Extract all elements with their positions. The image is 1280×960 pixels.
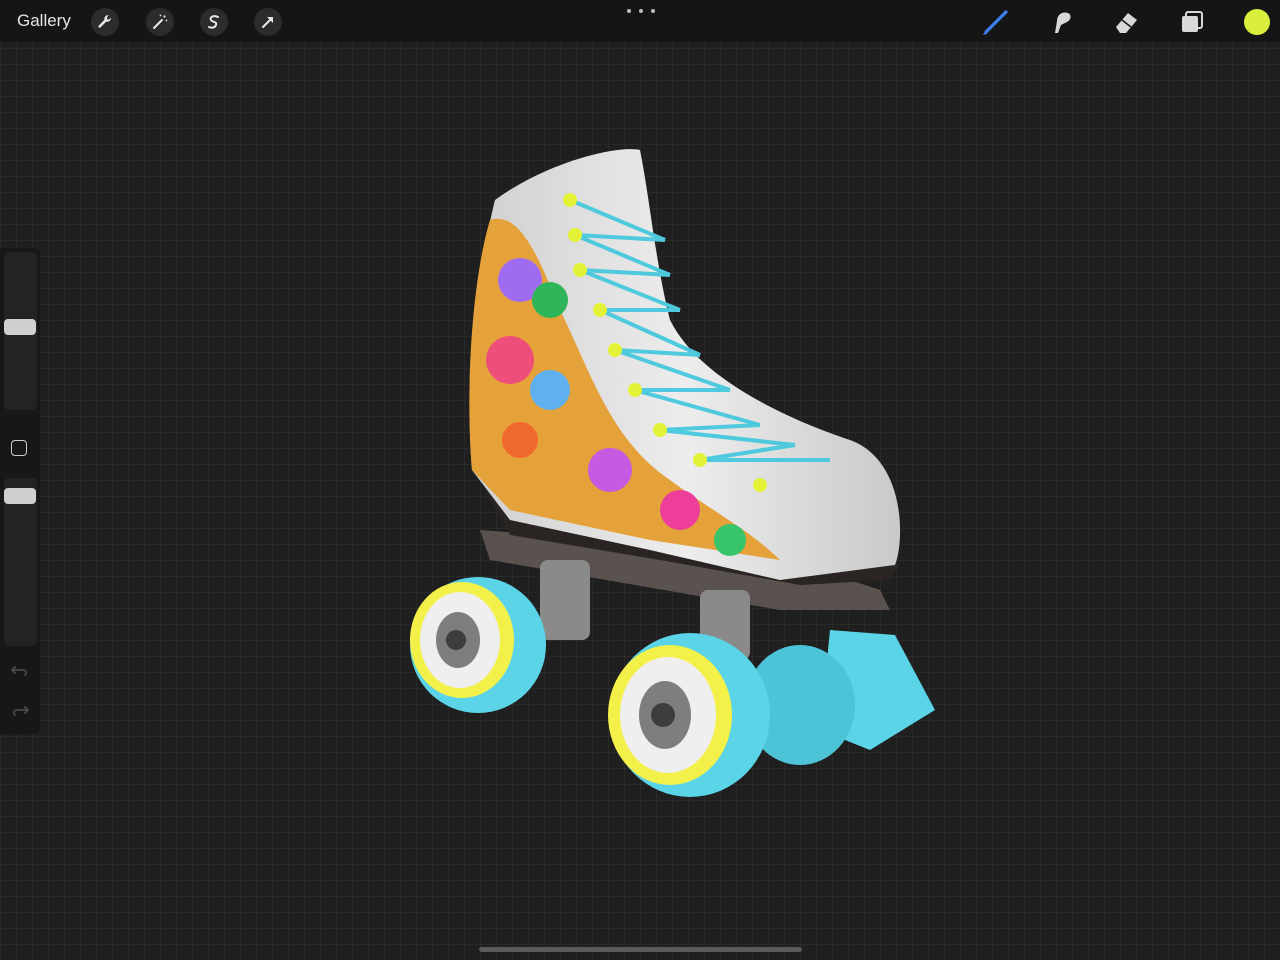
brush-size-knob[interactable] — [4, 318, 36, 335]
selection-button[interactable] — [200, 8, 228, 36]
doodle-shape — [502, 422, 538, 458]
redo-icon — [13, 706, 30, 716]
modify-button[interactable] — [11, 440, 27, 456]
more-options-icon[interactable] — [627, 9, 655, 17]
undo-icon — [10, 666, 27, 676]
opacity-knob[interactable] — [4, 488, 36, 504]
doodle-shape — [486, 336, 534, 384]
skate-wheel-front — [608, 633, 770, 797]
magic-wand-icon — [153, 14, 168, 29]
adjustments-button[interactable] — [146, 8, 174, 36]
dot — [627, 9, 631, 13]
actions-button[interactable] — [91, 8, 119, 36]
eraser-tool-button[interactable] — [1111, 7, 1141, 37]
redo-button[interactable] — [9, 699, 31, 721]
doodle-shape — [588, 448, 632, 492]
skate-truck — [540, 560, 590, 640]
roller-skate-model[interactable] — [400, 140, 940, 810]
layers-icon — [1182, 11, 1203, 32]
brush-icon — [983, 10, 1008, 35]
skate-wheel-back — [410, 577, 546, 713]
paint-tool-button[interactable] — [980, 7, 1010, 37]
wrench-icon — [98, 15, 111, 28]
smudge-tool-button[interactable] — [1046, 7, 1076, 37]
dot — [639, 9, 643, 13]
top-toolbar: Gallery — [0, 0, 1280, 42]
layers-button[interactable] — [1177, 7, 1207, 37]
transform-icon — [262, 17, 273, 28]
undo-button[interactable] — [9, 659, 31, 681]
selection-icon — [208, 15, 219, 29]
home-indicator[interactable] — [479, 947, 802, 952]
canvas[interactable] — [400, 140, 940, 810]
doodle-shape — [532, 282, 568, 318]
color-picker-button[interactable] — [1244, 9, 1270, 35]
doodle-shape — [660, 490, 700, 530]
left-sidebar — [0, 248, 40, 734]
gallery-button[interactable]: Gallery — [17, 11, 71, 31]
eraser-icon — [1116, 13, 1137, 33]
transform-button[interactable] — [254, 8, 282, 36]
doodle-shape — [714, 524, 746, 556]
dot — [651, 9, 655, 13]
doodle-shape — [530, 370, 570, 410]
smudge-icon — [1055, 12, 1071, 34]
